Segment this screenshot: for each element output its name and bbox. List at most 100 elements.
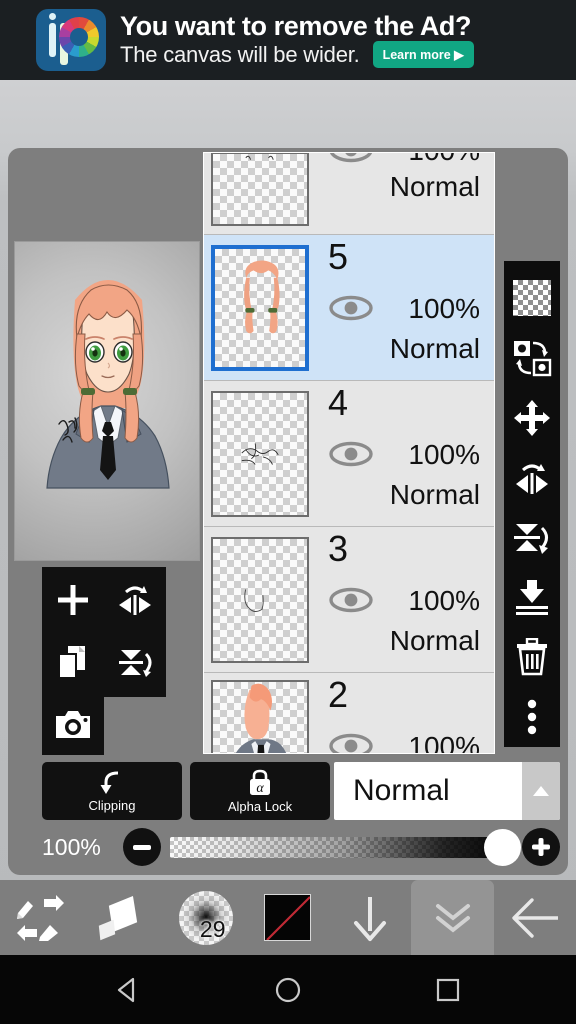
ad-banner[interactable]: You want to remove the Ad? The canvas wi… <box>0 0 576 80</box>
rotate-flip-horizontal-button[interactable] <box>504 448 560 508</box>
layer-row[interactable]: 4 100% Normal <box>204 381 494 527</box>
transparent-color-icon <box>264 894 312 941</box>
brush-size-button[interactable]: 29 <box>165 880 247 955</box>
brush-eraser-swap-icon <box>17 894 65 941</box>
layer-blend-mode: Normal <box>389 625 480 656</box>
ad-subtext: The canvas will be wider. <box>120 41 360 67</box>
layer-thumbnail-wrap <box>204 381 316 526</box>
flip-horizontal-button[interactable] <box>104 569 166 631</box>
duplicate-layer-button[interactable] <box>42 631 104 693</box>
opacity-slider-knob[interactable] <box>484 828 521 866</box>
left-tool-cluster <box>42 567 166 755</box>
layer-info: 3 100% Normal <box>316 527 494 672</box>
layer-visibility-icon[interactable] <box>328 295 374 321</box>
eraser-icon <box>99 895 138 940</box>
layer-row-selected[interactable]: 5 100% Normal <box>204 235 494 381</box>
more-options-button[interactable] <box>504 687 560 747</box>
brush-eraser-swap-button[interactable] <box>0 880 82 955</box>
layer-blend-mode: Normal <box>389 171 480 202</box>
collapse-chevron-icon <box>435 903 470 933</box>
layer-visibility-icon[interactable] <box>328 587 374 613</box>
merge-down-button[interactable] <box>504 567 560 627</box>
transparency-checker-icon <box>513 279 551 316</box>
ad-text-block: You want to remove the Ad? The canvas wi… <box>120 12 474 69</box>
back-arrow-icon <box>512 897 558 938</box>
alpha-lock-icon: α <box>250 769 270 796</box>
swap-layers-icon <box>514 340 552 377</box>
swap-layers-button[interactable] <box>504 328 560 388</box>
download-button[interactable] <box>329 880 411 955</box>
clipping-label: Clipping <box>88 797 136 813</box>
color-picker-button[interactable] <box>247 880 329 955</box>
learn-more-button[interactable]: Learn more ▶ <box>372 41 474 69</box>
layer-opacity: 100% <box>408 293 480 324</box>
svg-text:α: α <box>256 781 264 796</box>
alpha-lock-button[interactable]: α Alpha Lock <box>190 762 330 820</box>
layer-opacity: 100% <box>408 439 480 470</box>
layer-blend-mode: Normal <box>389 479 480 510</box>
canvas-preview[interactable] <box>14 241 200 561</box>
layers-panel[interactable]: 100% Normal <box>203 152 495 754</box>
layer-thumbnail[interactable] <box>211 390 309 517</box>
nav-recents-button[interactable] <box>424 966 472 1014</box>
layer-thumbnail[interactable] <box>211 679 309 753</box>
back-button[interactable] <box>494 880 576 955</box>
clipping-button[interactable]: Clipping <box>42 762 182 820</box>
layer-thumbnail-wrap <box>204 153 316 234</box>
camera-import-button[interactable] <box>42 693 104 755</box>
layer-thumbnail[interactable] <box>211 153 309 226</box>
layer-info: 2 100% <box>316 673 494 754</box>
duplicate-layer-icon <box>58 646 85 679</box>
layer-row[interactable]: 100% Normal <box>204 153 494 235</box>
blend-mode-arrow[interactable] <box>522 762 560 820</box>
merge-down-icon <box>516 580 548 616</box>
eraser-tool-button[interactable] <box>82 880 164 955</box>
layer-number: 3 <box>328 528 349 569</box>
layer-number: 2 <box>328 674 349 715</box>
download-icon <box>354 896 387 941</box>
delete-layer-icon <box>517 638 547 676</box>
bottom-toolbar: 29 <box>0 880 576 955</box>
camera-icon <box>56 711 90 738</box>
more-options-icon <box>527 699 537 735</box>
layer-row[interactable]: 2 100% <box>204 673 494 754</box>
layer-thumbnail[interactable] <box>211 536 309 663</box>
rotate-flip-horizontal-icon <box>516 463 548 494</box>
layer-opacity: 100% <box>408 585 480 616</box>
opacity-control-row: 100% <box>42 826 560 868</box>
nav-back-button[interactable] <box>104 966 152 1014</box>
delete-layer-button[interactable] <box>504 627 560 687</box>
opacity-decrease-button[interactable] <box>123 828 161 866</box>
ad-content: You want to remove the Ad? The canvas wi… <box>36 9 474 71</box>
layer-opacity: 100% <box>408 153 480 167</box>
clipping-icon <box>100 771 119 794</box>
ibispaint-logo-icon <box>36 9 106 71</box>
transparency-toggle-button[interactable] <box>504 268 560 328</box>
blend-mode-value: Normal <box>353 774 450 807</box>
opacity-value: 100% <box>42 833 101 860</box>
opacity-slider[interactable] <box>170 828 521 866</box>
layer-info: 100% Normal <box>316 153 494 234</box>
layer-visibility-icon[interactable] <box>328 733 374 754</box>
layer-visibility-icon[interactable] <box>328 441 374 467</box>
move-layer-button[interactable] <box>504 388 560 448</box>
blend-mode-select[interactable]: Normal <box>334 762 560 820</box>
layer-visibility-icon[interactable] <box>328 153 374 163</box>
rotate-flip-vertical-button[interactable] <box>504 508 560 568</box>
flip-vertical-button[interactable] <box>104 631 166 693</box>
layer-row[interactable]: 3 100% Normal <box>204 527 494 673</box>
brush-size-value: 29 <box>199 915 226 942</box>
nav-recents-icon <box>436 978 460 1001</box>
layer-thumbnail-wrap <box>204 527 316 672</box>
opacity-increase-button[interactable] <box>522 828 560 866</box>
layer-thumbnail-wrap <box>204 235 316 380</box>
layer-thumbnail[interactable] <box>211 244 309 371</box>
nav-home-button[interactable] <box>264 966 312 1014</box>
android-navigation-bar <box>0 955 576 1024</box>
add-layer-button[interactable] <box>42 569 104 631</box>
minus-icon <box>133 844 151 850</box>
collapse-panel-button[interactable] <box>411 880 494 955</box>
plus-icon <box>532 838 550 856</box>
nav-home-icon <box>275 977 301 1002</box>
flip-vertical-icon <box>119 650 152 677</box>
